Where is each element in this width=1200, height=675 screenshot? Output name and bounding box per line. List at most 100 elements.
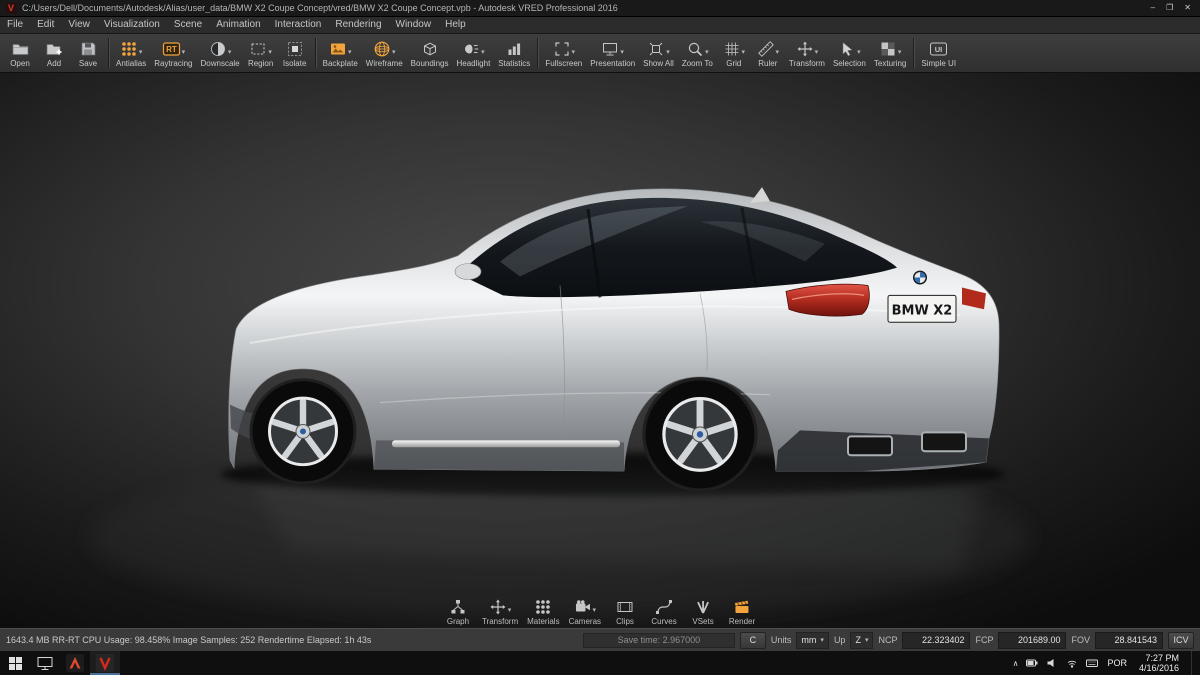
show-all-icon — [647, 40, 665, 58]
chevron-down-icon: ▾ — [182, 49, 186, 56]
dock-render[interactable]: Render — [727, 598, 757, 626]
tool-save[interactable]: Save — [71, 34, 105, 72]
tool-show-all[interactable]: ▾ Show All — [639, 34, 678, 72]
exhaust-left — [848, 436, 892, 455]
chevron-down-icon: ▾ — [815, 49, 819, 56]
simple-ui-icon: UI — [929, 40, 948, 58]
tool-isolate[interactable]: Isolate — [278, 34, 312, 72]
selection-cursor-icon — [838, 40, 856, 58]
tool-zoom-to[interactable]: ▾ Zoom To — [678, 34, 717, 72]
tray-expand-icon[interactable]: ∧ — [1013, 659, 1019, 668]
taillight-left — [786, 284, 869, 316]
alias-app-icon — [66, 654, 84, 672]
fcp-label: FCP — [975, 635, 993, 645]
menu-view[interactable]: View — [61, 17, 97, 33]
menu-interaction[interactable]: Interaction — [268, 17, 329, 33]
taskbar-clock[interactable]: 7:27 PM 4/16/2016 — [1135, 653, 1183, 673]
statistics-bars-icon — [505, 40, 523, 58]
zoom-magnifier-icon — [686, 40, 704, 58]
dock-transform[interactable]: ▾ Transform — [482, 598, 518, 626]
tool-headlight[interactable]: ▾ Headlight — [452, 34, 494, 72]
start-button[interactable] — [0, 651, 30, 675]
chevron-down-icon: ▾ — [392, 49, 396, 56]
menu-bar: File Edit View Visualization Scene Anima… — [0, 17, 1200, 34]
menu-edit[interactable]: Edit — [30, 17, 61, 33]
chevron-down-icon: ▾ — [857, 49, 861, 56]
tool-ruler[interactable]: ▾ Ruler — [751, 34, 785, 72]
units-label: Units — [771, 635, 792, 645]
taskbar-time: 7:27 PM — [1139, 653, 1179, 663]
up-axis-label: Up — [834, 635, 846, 645]
chevron-down-icon: ▾ — [776, 49, 780, 56]
ncp-field[interactable]: 22.323402 — [902, 632, 970, 649]
menu-scene[interactable]: Scene — [167, 17, 209, 33]
vred-logo-icon: V — [5, 2, 17, 14]
network-icon[interactable] — [1066, 657, 1078, 669]
tool-selection[interactable]: ▾ Selection — [829, 34, 870, 72]
tool-transform[interactable]: ▾ Transform — [785, 34, 829, 72]
tool-raytracing[interactable]: RT▾ Raytracing — [150, 34, 196, 72]
clips-filmstrip-icon — [616, 598, 634, 616]
tool-presentation[interactable]: ▾ Presentation — [586, 34, 639, 72]
vred-window: V C:/Users/Dell/Documents/Autodesk/Alias… — [0, 0, 1200, 675]
task-view-button[interactable] — [30, 651, 60, 675]
toolbar-separator — [913, 38, 914, 68]
tool-statistics[interactable]: Statistics — [494, 34, 534, 72]
tool-boundings[interactable]: Boundings — [407, 34, 453, 72]
title-bar: V C:/Users/Dell/Documents/Autodesk/Alias… — [0, 0, 1200, 17]
dock-graph[interactable]: Graph — [443, 598, 473, 626]
tool-backplate[interactable]: ▾ Backplate — [319, 34, 362, 72]
fov-field[interactable]: 28.841543 — [1095, 632, 1163, 649]
c-button[interactable]: C — [740, 632, 766, 649]
menu-visualization[interactable]: Visualization — [97, 17, 167, 33]
dock-cameras[interactable]: ▾ Cameras — [569, 598, 601, 626]
menu-animation[interactable]: Animation — [209, 17, 267, 33]
maximize-button[interactable]: ❐ — [1166, 0, 1173, 16]
region-icon — [249, 40, 267, 58]
speaker-icon[interactable] — [1046, 657, 1058, 669]
curves-icon — [655, 598, 673, 616]
tool-texturing[interactable]: ▾ Texturing — [870, 34, 910, 72]
dock-clips[interactable]: Clips — [610, 598, 640, 626]
materials-icon — [534, 598, 552, 616]
render-stats: 1643.4 MB RR-RT CPU Usage: 98.458% Image… — [6, 635, 371, 645]
taskbar-app-vred[interactable] — [90, 651, 120, 675]
menu-window[interactable]: Window — [389, 17, 439, 33]
tool-wireframe[interactable]: ▾ Wireframe — [362, 34, 407, 72]
dock-vsets[interactable]: VSets — [688, 598, 718, 626]
taskbar-app-alias[interactable] — [60, 651, 90, 675]
tool-grid[interactable]: ▾ Grid — [717, 34, 751, 72]
menu-file[interactable]: File — [0, 17, 30, 33]
tool-add[interactable]: Add — [37, 34, 71, 72]
3d-viewport[interactable]: BMW X2 Graph ▾ Transform Materials — [0, 73, 1200, 628]
dock-materials[interactable]: Materials — [527, 598, 559, 626]
keyboard-icon[interactable] — [1086, 657, 1099, 669]
show-desktop-button[interactable] — [1191, 651, 1196, 675]
svg-text:BMW X2: BMW X2 — [892, 303, 953, 318]
units-select[interactable]: mm▾ — [796, 632, 829, 649]
icv-button[interactable]: ICV — [1168, 632, 1194, 649]
dock-curves[interactable]: Curves — [649, 598, 679, 626]
isolate-icon — [286, 40, 304, 58]
main-toolbar: Open Add Save ▾ Antialias RT▾ Raytracing… — [0, 34, 1200, 73]
tool-simple-ui[interactable]: UI Simple UI — [917, 34, 960, 72]
language-indicator[interactable]: POR — [1107, 658, 1127, 668]
menu-rendering[interactable]: Rendering — [328, 17, 388, 33]
battery-icon[interactable] — [1026, 657, 1038, 669]
tool-region[interactable]: ▾ Region — [244, 34, 278, 72]
render-clapper-icon — [733, 598, 751, 616]
tool-antialias[interactable]: ▾ Antialias — [112, 34, 150, 72]
tool-open[interactable]: Open — [3, 34, 37, 72]
menu-help[interactable]: Help — [438, 17, 473, 33]
up-axis-select[interactable]: Z▾ — [850, 632, 873, 649]
status-bar: 1643.4 MB RR-RT CPU Usage: 98.458% Image… — [0, 628, 1200, 651]
close-button[interactable]: ✕ — [1184, 0, 1191, 16]
bmw-badge — [913, 271, 927, 285]
tool-fullscreen[interactable]: ▾ Fullscreen — [541, 34, 586, 72]
chevron-down-icon: ▾ — [620, 49, 624, 56]
minimize-button[interactable]: – — [1151, 0, 1155, 16]
tool-downscale[interactable]: ▾ Downscale — [197, 34, 244, 72]
fullscreen-icon — [553, 40, 571, 58]
chevron-down-icon: ▾ — [820, 637, 824, 644]
fcp-field[interactable]: 201689.00 — [998, 632, 1066, 649]
